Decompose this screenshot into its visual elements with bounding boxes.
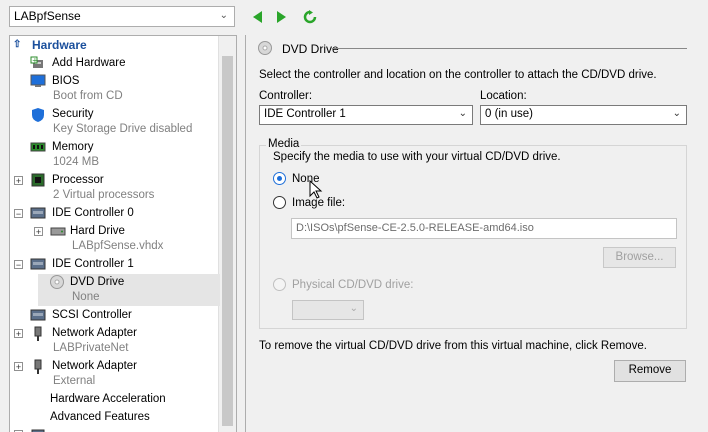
- location-select[interactable]: 0 (in use) ⌄: [480, 105, 687, 125]
- collapse-ide1[interactable]: −: [14, 260, 23, 270]
- ide-controller-icon: [30, 206, 46, 220]
- hard-drive-icon: [50, 224, 66, 238]
- forward-icon[interactable]: [274, 9, 290, 25]
- expand-processor[interactable]: +: [14, 176, 23, 186]
- hardware-header[interactable]: ⇧ Hardware: [10, 37, 220, 53]
- tree-sub-dvd-drive: None: [72, 291, 100, 303]
- tree-item-network-adapter-1[interactable]: Network Adapter: [30, 326, 220, 342]
- tree-sub-network-adapter-2: External: [53, 375, 96, 387]
- chevron-down-icon: ⌄: [458, 108, 467, 119]
- tree-item-security[interactable]: Security: [30, 107, 220, 123]
- tree-item-dvd-drive[interactable]: DVD Drive: [50, 275, 220, 291]
- physical-drive-select[interactable]: ⌄: [292, 300, 364, 320]
- tree-sub-memory: 1024 MB: [53, 156, 100, 168]
- expand-network-adapter-1[interactable]: +: [14, 329, 23, 339]
- tree-sub-security: Key Storage Drive disabled: [53, 123, 193, 135]
- tree-item-ide-controller-1[interactable]: IDE Controller 1: [30, 257, 220, 273]
- tree-item-partial[interactable]: [30, 428, 220, 432]
- tree-item-network-adapter-2[interactable]: Network Adapter: [30, 359, 220, 375]
- vm-selector-value: LABpfSense: [14, 9, 81, 23]
- tree-scrollbar[interactable]: [218, 36, 236, 432]
- panel-splitter[interactable]: [238, 35, 244, 432]
- back-icon[interactable]: [250, 9, 266, 25]
- dvd-drive-settings-panel: DVD Drive Select the controller and loca…: [245, 35, 708, 432]
- hardware-header-label: Hardware: [32, 38, 87, 52]
- tree-sub-hard-drive: LABpfSense.vhdx: [72, 240, 164, 252]
- memory-icon: [30, 140, 46, 154]
- tree-item-advanced-features[interactable]: Advanced Features: [50, 410, 220, 426]
- location-label: Location:: [480, 90, 527, 102]
- controller-label: Controller:: [259, 90, 313, 102]
- radio-physical-drive[interactable]: [273, 278, 286, 291]
- scsi-controller-icon: [30, 308, 46, 322]
- vm-selector[interactable]: LABpfSense ⌄: [9, 6, 235, 27]
- collapse-ide0[interactable]: −: [14, 209, 23, 219]
- processor-icon: [30, 173, 46, 187]
- chevron-down-icon: ⌄: [672, 108, 681, 119]
- network-adapter-icon: [30, 359, 46, 374]
- remove-instructions: To remove the virtual CD/DVD drive from …: [259, 340, 647, 352]
- ide-controller-icon: [30, 257, 46, 271]
- tree-sub-bios: Boot from CD: [53, 90, 123, 102]
- image-file-path-input[interactable]: D:\ISOs\pfSense-CE-2.5.0-RELEASE-amd64.i…: [291, 218, 677, 239]
- collapse-icon[interactable]: ⇧: [13, 39, 21, 50]
- chevron-down-icon: ⌄: [349, 303, 358, 314]
- section-divider: [332, 48, 687, 49]
- controller-select[interactable]: IDE Controller 1 ⌄: [259, 105, 473, 125]
- tree-item-hard-drive[interactable]: Hard Drive: [50, 224, 220, 240]
- radio-physical-drive-label[interactable]: Physical CD/DVD drive:: [292, 279, 413, 291]
- media-group-label: Media: [266, 138, 302, 150]
- refresh-icon[interactable]: [302, 9, 318, 25]
- tree-item-hardware-acceleration[interactable]: Hardware Acceleration: [50, 392, 220, 408]
- dvd-disc-icon: [258, 41, 272, 55]
- add-hardware-icon: +: [30, 56, 46, 70]
- shield-icon: [30, 107, 46, 122]
- svg-text:+: +: [32, 57, 38, 65]
- chevron-down-icon: ⌄: [219, 10, 228, 21]
- hardware-tree[interactable]: ⇧ Hardware + Add Hardware BIOS Boot from…: [9, 35, 237, 432]
- tree-item-memory[interactable]: Memory: [30, 140, 220, 156]
- radio-image-file[interactable]: [273, 196, 286, 209]
- tree-sub-network-adapter-1: LABPrivateNet: [53, 342, 129, 354]
- tree-item-bios[interactable]: BIOS: [30, 74, 220, 90]
- com-port-icon: [30, 428, 46, 432]
- toolbar: [250, 8, 318, 26]
- dvd-disc-icon: [50, 275, 66, 289]
- tree-sub-processor: 2 Virtual processors: [53, 189, 155, 201]
- browse-button[interactable]: Browse...: [603, 247, 676, 268]
- controller-instructions: Select the controller and location on th…: [259, 69, 657, 81]
- tree-item-scsi-controller[interactable]: SCSI Controller: [30, 308, 220, 324]
- tree-item-ide-controller-0[interactable]: IDE Controller 0: [30, 206, 220, 222]
- expand-network-adapter-2[interactable]: +: [14, 362, 23, 372]
- radio-none[interactable]: [273, 172, 286, 185]
- network-adapter-icon: [30, 326, 46, 341]
- scrollbar-thumb[interactable]: [222, 56, 233, 426]
- bios-icon: [30, 74, 46, 88]
- tree-item-processor[interactable]: Processor: [30, 173, 220, 189]
- expand-hard-drive[interactable]: +: [34, 227, 43, 237]
- mouse-cursor-icon: [309, 179, 323, 200]
- remove-button[interactable]: Remove: [614, 360, 686, 382]
- tree-item-add-hardware[interactable]: + Add Hardware: [30, 56, 220, 72]
- media-instructions: Specify the media to use with your virtu…: [273, 151, 561, 163]
